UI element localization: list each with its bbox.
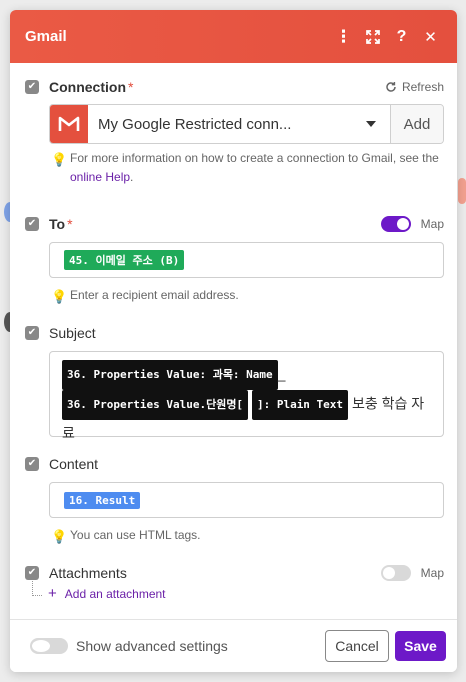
- required-asterisk: *: [67, 216, 73, 232]
- subject-mapped-pill-2[interactable]: 36. Properties Value.단원명[: [62, 390, 249, 420]
- content-input[interactable]: 16. Result: [49, 482, 444, 518]
- cancel-button[interactable]: Cancel: [325, 630, 389, 662]
- refresh-label: Refresh: [401, 80, 444, 94]
- attachments-label: Attachments: [49, 565, 127, 581]
- connection-value-text: My Google Restricted conn...: [98, 115, 292, 133]
- to-mapped-pill[interactable]: 45. 이메일 주소 (B): [64, 250, 185, 270]
- lightbulb-icon: 💡: [51, 289, 68, 304]
- attachments-tree-line: [32, 581, 42, 596]
- online-help-link[interactable]: online Help: [70, 170, 130, 184]
- connection-section: ✔ Connection * Refresh: [10, 76, 457, 98]
- background-node-orange: [458, 178, 466, 204]
- add-connection-button[interactable]: Add: [391, 105, 443, 143]
- to-section: ✔ To * Map: [10, 213, 457, 235]
- gmail-logo-tile: [50, 105, 88, 143]
- subject-mapped-pill-1[interactable]: 36. Properties Value: 과목: Name: [62, 360, 278, 390]
- panel-body: ✔ Connection * Refresh My Google Restric…: [10, 63, 457, 620]
- required-asterisk: *: [128, 79, 134, 95]
- advanced-settings-toggle[interactable]: [30, 638, 68, 654]
- content-mapped-pill[interactable]: 16. Result: [64, 491, 141, 509]
- dropdown-caret-icon[interactable]: [366, 121, 376, 127]
- connection-hint: 💡 For more information on how to create …: [51, 151, 439, 184]
- to-label: To: [49, 216, 66, 232]
- gmail-module-panel: Gmail ⋮ ? ✕ ✔ Connection * Refresh My Go…: [10, 10, 457, 672]
- refresh-button[interactable]: Refresh: [385, 80, 444, 94]
- subject-label: Subject: [49, 325, 96, 341]
- to-map-toggle[interactable]: [380, 216, 411, 232]
- close-icon[interactable]: ✕: [416, 22, 445, 51]
- add-attachment-button[interactable]: + Add an attachment: [48, 585, 166, 602]
- subject-collapse-checkbox[interactable]: ✔: [25, 326, 39, 340]
- panel-title: Gmail: [25, 28, 67, 45]
- content-label: Content: [49, 456, 99, 472]
- connection-label: Connection: [49, 79, 126, 95]
- connection-select-value[interactable]: My Google Restricted conn...: [88, 105, 391, 143]
- subject-separator: _: [277, 365, 286, 382]
- attachments-map-label: Map: [420, 566, 444, 580]
- content-section: ✔ Content: [10, 453, 457, 475]
- add-attachment-label: Add an attachment: [64, 586, 166, 601]
- to-input[interactable]: 45. 이메일 주소 (B): [49, 242, 444, 278]
- expand-icon[interactable]: [358, 22, 387, 51]
- advanced-settings-label: Show advanced settings: [76, 638, 228, 654]
- attachments-collapse-checkbox[interactable]: ✔: [25, 566, 39, 580]
- lightbulb-icon: 💡: [51, 152, 68, 167]
- to-map-label: Map: [420, 217, 444, 231]
- content-collapse-checkbox[interactable]: ✔: [25, 457, 39, 471]
- lightbulb-icon: 💡: [51, 529, 68, 544]
- help-icon[interactable]: ?: [387, 22, 416, 51]
- panel-footer: Show advanced settings Cancel Save: [10, 619, 457, 672]
- subject-input[interactable]: 36. Properties Value: 과목: Name _ 36. Prop…: [49, 351, 444, 441]
- gmail-logo-icon: [58, 116, 80, 131]
- attachments-map-toggle[interactable]: [380, 565, 411, 581]
- plus-icon: +: [48, 585, 57, 602]
- subject-mapped-pill-3[interactable]: ]: Plain Text: [251, 390, 349, 420]
- attachments-section: ✔ Attachments Map: [10, 562, 457, 584]
- panel-header: Gmail ⋮ ? ✕: [10, 10, 457, 63]
- connection-select[interactable]: My Google Restricted conn... Add: [49, 104, 444, 144]
- refresh-icon: [386, 82, 396, 92]
- save-button[interactable]: Save: [395, 631, 446, 661]
- content-hint: 💡 You can use HTML tags.: [51, 528, 201, 544]
- kebab-menu-icon[interactable]: ⋮: [329, 22, 358, 51]
- subject-section: ✔ Subject: [10, 322, 457, 344]
- connection-collapse-checkbox[interactable]: ✔: [25, 80, 39, 94]
- to-collapse-checkbox[interactable]: ✔: [25, 217, 39, 231]
- to-hint: 💡 Enter a recipient email address.: [51, 288, 239, 304]
